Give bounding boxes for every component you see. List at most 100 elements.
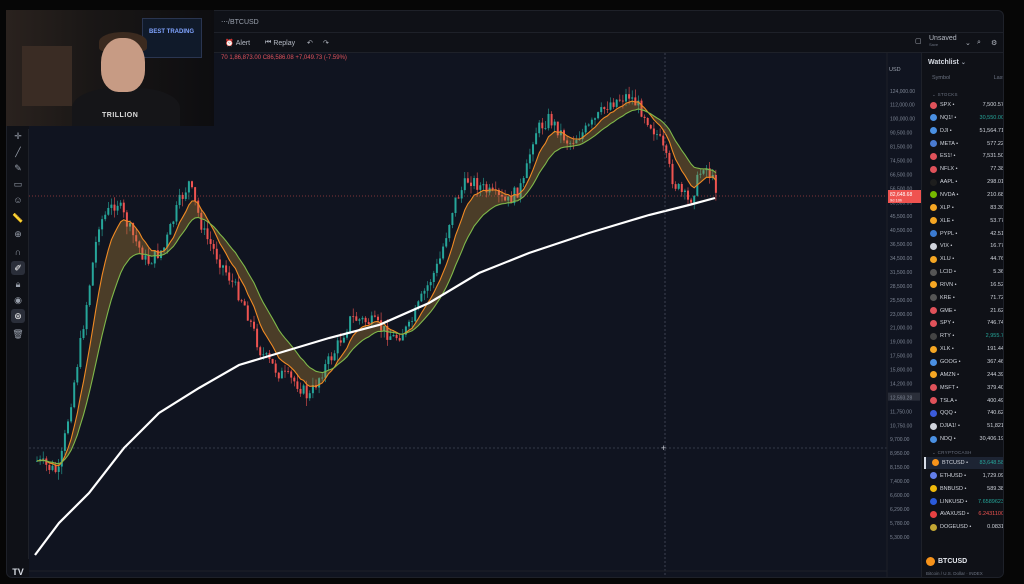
crosshair-cursor-icon: + xyxy=(661,443,666,453)
symbol-logo-icon xyxy=(930,397,937,405)
candle-body xyxy=(659,134,662,136)
delete-tool[interactable]: 🗑︎ xyxy=(11,327,25,341)
watchlist-row[interactable]: QQQ • 740.62 xyxy=(924,407,1003,419)
candle-body xyxy=(466,178,469,183)
globe-tool[interactable]: ⊛ xyxy=(11,309,25,323)
watchlist-row[interactable]: SPX • 7,500.57 xyxy=(924,99,1003,111)
lock-drawing-tool[interactable]: ✐ xyxy=(11,261,25,275)
candle-body xyxy=(302,385,305,394)
price-axis-tick: 15,800.00 xyxy=(890,368,912,374)
watchlist-row[interactable]: ETHUSD • 1,729.09 xyxy=(924,470,1003,482)
candle-body xyxy=(587,124,590,126)
col-last[interactable]: Last xyxy=(994,75,1003,81)
candle-body xyxy=(256,328,259,348)
brush-tool[interactable]: ✎ xyxy=(11,161,25,175)
symbol-detail[interactable]: BTCUSD Bitcoin / U.S. Dollar · INDEX xyxy=(926,557,1003,576)
emoji-tool[interactable]: ☺ xyxy=(11,193,25,207)
watchlist-row[interactable]: META • 577.22 xyxy=(924,138,1003,150)
watchlist-symbol: PYPL • xyxy=(940,230,958,237)
watchlist-section-crypto[interactable]: ⌄ CRYPTOCASH xyxy=(932,450,972,456)
watchlist-row[interactable]: ES1! • 7,531.50 xyxy=(924,150,1003,162)
price-axis-tick: 31,500.00 xyxy=(890,270,912,276)
watchlist-row[interactable]: DJI • 51,564.71 xyxy=(924,125,1003,137)
layout-button[interactable]: ▢ xyxy=(915,37,922,45)
watchlist-section-stocks[interactable]: ⌄ STOCKS xyxy=(932,92,958,98)
watchlist-row[interactable]: BTCUSD • 83,648.58 xyxy=(924,456,1003,469)
watchlist-last-price: 71.72 xyxy=(990,294,1004,301)
watchlist-symbol: VIX • xyxy=(940,243,953,250)
chevron-down-icon: ⌄ xyxy=(960,60,966,66)
watchlist-row[interactable]: SPY • 746.74 xyxy=(924,317,1003,329)
watchlist-row[interactable]: XLK • 191.44 xyxy=(924,343,1003,355)
watchlist-row[interactable]: XLU • 44.76 xyxy=(924,253,1003,265)
candle-body xyxy=(584,125,587,133)
watchlist-row[interactable]: NDQ • 30,406.19 xyxy=(924,433,1003,445)
watchlist-row[interactable]: XLP • 83.30 xyxy=(924,202,1003,214)
candle-body xyxy=(377,316,379,321)
watchlist-row[interactable]: AMZN • 244.39 xyxy=(924,369,1004,381)
watchlist-title[interactable]: Watchlist ⌄ xyxy=(928,59,966,66)
candle-body xyxy=(203,228,206,230)
candle-body xyxy=(547,113,550,129)
candle-body xyxy=(48,464,51,470)
unsaved-dropdown[interactable]: ⌄ xyxy=(965,39,971,47)
col-symbol[interactable]: Symbol xyxy=(932,75,950,81)
candle-body xyxy=(429,282,432,286)
watchlist-row[interactable]: XLE • 53.77 xyxy=(924,215,1003,227)
watchlist-symbol: NDQ • xyxy=(940,436,956,443)
watchlist-row[interactable]: LINKUSD • 7.6589623 xyxy=(924,496,1003,508)
redo-button[interactable]: ↷ xyxy=(323,39,329,47)
watchlist-row[interactable]: RTY • 2,955.7 xyxy=(924,330,1004,342)
watchlist-symbol: DOGEUSD • xyxy=(940,524,972,531)
zoom-tool[interactable]: ⊕ xyxy=(11,227,25,241)
annotation-tool[interactable]: ▭ xyxy=(11,177,25,191)
ruler-tool[interactable]: 📏 xyxy=(11,211,25,225)
cursor-tool[interactable]: ✛ xyxy=(11,129,25,143)
replay-button[interactable]: ⏮ Replay xyxy=(265,39,295,47)
alert-button[interactable]: ⏰ Alert xyxy=(225,39,250,48)
watchlist-row[interactable]: MSFT • 379.40 xyxy=(924,382,1003,394)
candle-body xyxy=(240,300,243,302)
undo-button[interactable]: ↶ xyxy=(307,39,313,47)
watchlist-row[interactable]: DOGEUSD • 0.0831 xyxy=(924,521,1003,533)
visibility-tool[interactable]: ◉ xyxy=(11,293,25,307)
watchlist-row[interactable]: TSLA • 400.49 xyxy=(924,395,1003,407)
unsaved-label: Unsaved xyxy=(929,35,957,42)
watchlist-row[interactable]: NQ1! • 30,550.00 xyxy=(924,112,1003,124)
settings-button[interactable]: ⚙ xyxy=(991,39,997,47)
trendline-tool[interactable]: ╱ xyxy=(11,145,25,159)
watchlist-row[interactable]: DJIA1! • 51,821 xyxy=(924,420,1003,432)
watchlist-symbol: AMZN • xyxy=(940,371,960,378)
watchlist-last-price: 244.39 xyxy=(987,371,1004,378)
candle-body xyxy=(212,243,215,249)
watchlist-row[interactable]: LCID • 5.36 xyxy=(924,266,1003,278)
watchlist-row[interactable]: AVAXUSD • 6.2431100 xyxy=(924,508,1003,520)
candle-body xyxy=(435,263,438,273)
symbol-title[interactable]: ⋯/BTCUSD xyxy=(221,18,259,26)
watchlist-row[interactable]: RIVN • 16.52 xyxy=(924,279,1003,291)
watchlist-row[interactable]: GOOG • 367.46 xyxy=(924,356,1003,368)
price-chart[interactable]: + USD 124,000.00 112,000.00 100,000.00 90,500… xyxy=(29,53,921,577)
watchlist-row[interactable]: PYPL • 42.51 xyxy=(924,228,1003,240)
chart-area[interactable]: + USD 124,000.00 112,000.00 100,000.00 90,500… xyxy=(29,53,921,577)
watchlist-row[interactable]: GME • 21.62 xyxy=(924,305,1003,317)
candle-body xyxy=(367,322,370,325)
candle-body xyxy=(656,134,658,136)
lock-tool[interactable]: 🔒︎ xyxy=(11,277,25,291)
magnet-tool[interactable]: ∩ xyxy=(11,245,25,259)
search-button[interactable]: ⌕ xyxy=(977,39,981,47)
watchlist-row[interactable]: AAPL • 298.01 xyxy=(924,176,1003,188)
price-axis-tick: 124,000.00 xyxy=(890,89,915,95)
watchlist-row[interactable]: KRE • 71.72 xyxy=(924,292,1004,304)
watchlist-row[interactable]: NVDA • 210.68 xyxy=(924,189,1003,201)
watchlist-row[interactable]: NFLX • 77.38 xyxy=(924,163,1003,175)
watchlist-row[interactable]: BNBUSD • 589.38 xyxy=(924,483,1003,495)
candle-body xyxy=(274,363,277,373)
smiley-icon: ☺ xyxy=(13,195,23,205)
symbol-logo-icon xyxy=(930,345,937,353)
symbol-logo-icon xyxy=(930,485,937,493)
unsaved-button[interactable]: Unsaved Save xyxy=(929,35,957,47)
watchlist-last-price: 2,955.7 xyxy=(985,333,1004,340)
symbol-logo-icon xyxy=(932,459,939,467)
watchlist-row[interactable]: VIX • 16.77 xyxy=(924,240,1003,252)
